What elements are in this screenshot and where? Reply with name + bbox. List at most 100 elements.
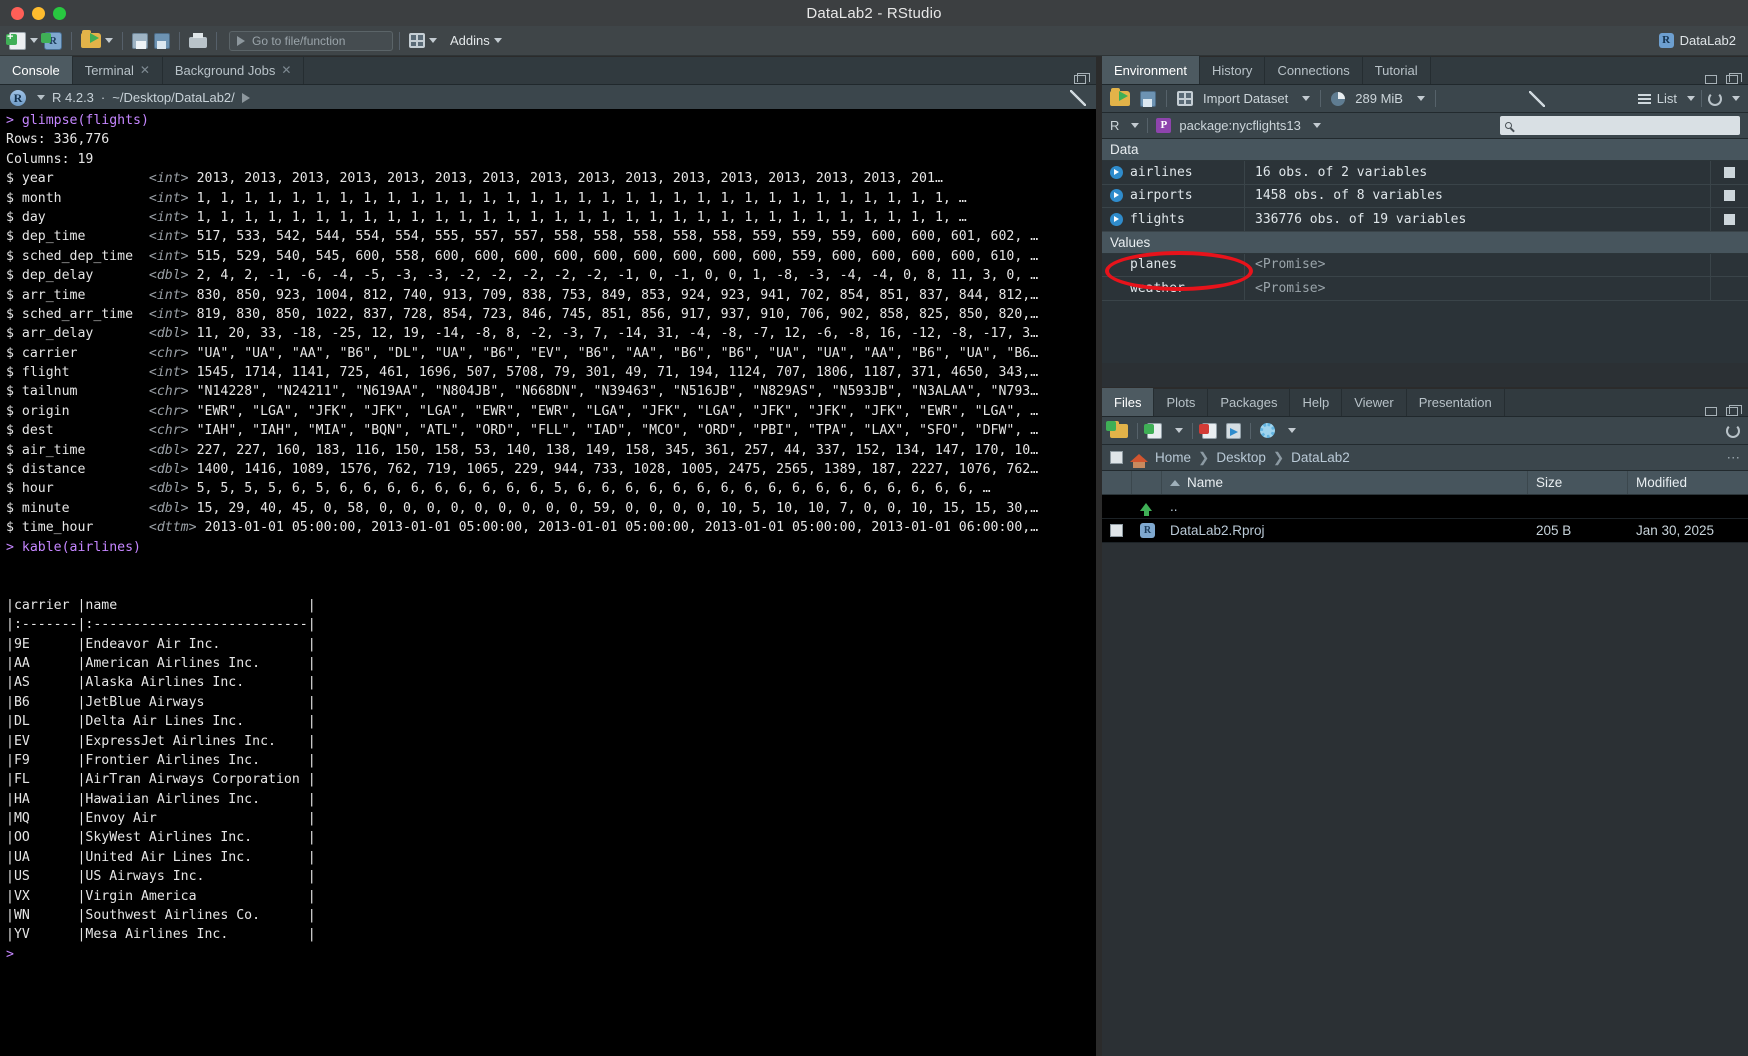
- expand-icon[interactable]: [1110, 165, 1123, 179]
- minimize-pane-icon[interactable]: [1705, 407, 1717, 416]
- file-name-label[interactable]: DataLab2.Rproj: [1170, 523, 1265, 538]
- maximize-pane-icon[interactable]: [1074, 73, 1090, 84]
- view-mode-label[interactable]: List: [1657, 91, 1677, 106]
- environment-row-name-cell[interactable]: weather: [1102, 281, 1244, 296]
- tab-console[interactable]: Console: [0, 56, 73, 84]
- chevron-down-icon[interactable]: [1175, 428, 1183, 433]
- new-project-button[interactable]: R: [41, 29, 65, 53]
- environment-row-view-cell[interactable]: [1710, 208, 1748, 231]
- chevron-down-icon[interactable]: [429, 38, 437, 43]
- list-item[interactable]: ..: [1102, 495, 1748, 519]
- new-folder-icon[interactable]: [1106, 420, 1128, 438]
- chevron-down-icon[interactable]: [1416, 96, 1425, 101]
- scope-label[interactable]: R: [1110, 118, 1119, 133]
- clear-console-icon[interactable]: [1070, 89, 1086, 106]
- chevron-down-icon[interactable]: [37, 95, 45, 100]
- maximize-pane-icon[interactable]: [1726, 405, 1742, 416]
- save-workspace-icon[interactable]: [1140, 90, 1156, 107]
- environment-row[interactable]: flights 336776 obs. of 19 variables: [1102, 208, 1748, 232]
- close-icon[interactable]: ✕: [140, 63, 150, 77]
- chevron-down-icon[interactable]: [1131, 123, 1140, 128]
- environment-pane-controls[interactable]: [1705, 73, 1748, 84]
- view-dataframe-icon[interactable]: [1724, 166, 1735, 178]
- tab-connections[interactable]: Connections: [1265, 56, 1363, 84]
- expand-icon[interactable]: [1110, 189, 1123, 203]
- environment-row[interactable]: planes <Promise>: [1102, 253, 1748, 277]
- view-dataframe-icon[interactable]: [1724, 190, 1735, 202]
- memory-usage-label[interactable]: 289 MiB: [1355, 91, 1403, 106]
- chevron-down-icon[interactable]: [1288, 428, 1296, 433]
- row-name-cell[interactable]: ..: [1162, 495, 1528, 518]
- open-file-button[interactable]: [78, 29, 116, 53]
- load-workspace-icon[interactable]: [1110, 88, 1130, 106]
- environment-search-input[interactable]: [1500, 116, 1740, 135]
- console-output[interactable]: > glimpse(flights) Rows: 336,776 Columns: …: [0, 109, 1096, 1056]
- tab-packages[interactable]: Packages: [1208, 388, 1291, 416]
- close-icon[interactable]: ✕: [281, 63, 291, 77]
- tab-viewer[interactable]: Viewer: [1342, 388, 1407, 416]
- environment-row[interactable]: weather <Promise>: [1102, 277, 1748, 301]
- workspace-panes-button[interactable]: [406, 29, 440, 53]
- environment-row-name-cell[interactable]: airports: [1102, 188, 1244, 203]
- print-button[interactable]: [186, 29, 210, 53]
- open-directory-icon[interactable]: [241, 92, 250, 103]
- refresh-icon[interactable]: [1707, 91, 1722, 106]
- select-all-checkbox[interactable]: [1110, 451, 1123, 464]
- breadcrumb-home[interactable]: Home: [1155, 450, 1191, 465]
- tab-files[interactable]: Files: [1102, 388, 1155, 416]
- new-blank-file-icon[interactable]: [1144, 422, 1162, 439]
- tab-terminal[interactable]: Terminal ✕: [73, 56, 163, 84]
- environment-row-name-cell[interactable]: airlines: [1102, 165, 1244, 180]
- import-dataset-label[interactable]: Import Dataset: [1203, 91, 1288, 106]
- environment-row[interactable]: airports 1458 obs. of 8 variables: [1102, 184, 1748, 208]
- tab-presentation[interactable]: Presentation: [1407, 388, 1505, 416]
- package-filter-label[interactable]: package:nycflights13: [1179, 118, 1300, 133]
- tab-history[interactable]: History: [1200, 56, 1266, 84]
- delete-file-icon[interactable]: [1199, 422, 1217, 439]
- addins-button[interactable]: Addins: [440, 29, 505, 53]
- chevron-down-icon[interactable]: [1312, 123, 1321, 128]
- environment-row-name-cell[interactable]: flights: [1102, 212, 1244, 227]
- maximize-pane-icon[interactable]: [1726, 73, 1742, 84]
- files-pane-controls[interactable]: [1705, 405, 1748, 416]
- chevron-down-icon[interactable]: [1686, 96, 1695, 101]
- clear-environment-icon[interactable]: [1528, 90, 1545, 107]
- console-pane-controls[interactable]: [1074, 73, 1096, 84]
- tab-environment[interactable]: Environment: [1102, 56, 1200, 84]
- environment-row-view-cell[interactable]: [1710, 161, 1748, 184]
- expand-icon[interactable]: [1110, 212, 1123, 226]
- tab-plots[interactable]: Plots: [1154, 388, 1209, 416]
- row-check-cell[interactable]: [1102, 519, 1132, 542]
- breadcrumb-datalab2[interactable]: DataLab2: [1291, 450, 1350, 465]
- list-item[interactable]: R DataLab2.Rproj 205 B Jan 30, 2025: [1102, 519, 1748, 543]
- goto-file-function-input[interactable]: Go to file/function: [229, 30, 393, 51]
- refresh-icon[interactable]: [1726, 423, 1740, 438]
- files-header-name[interactable]: Name: [1162, 471, 1528, 494]
- rename-move-icon[interactable]: [1226, 422, 1241, 439]
- row-name-cell[interactable]: DataLab2.Rproj: [1162, 519, 1528, 542]
- new-file-button[interactable]: [6, 29, 41, 53]
- file-checkbox[interactable]: [1110, 524, 1123, 537]
- files-header-modified[interactable]: Modified: [1628, 471, 1748, 494]
- view-dataframe-icon[interactable]: [1724, 213, 1735, 225]
- chevron-down-icon[interactable]: [493, 38, 502, 43]
- save-button[interactable]: [129, 29, 151, 53]
- chevron-down-icon[interactable]: [105, 38, 113, 43]
- minimize-pane-icon[interactable]: [1705, 75, 1717, 84]
- tab-help[interactable]: Help: [1290, 388, 1343, 416]
- files-header-size[interactable]: Size: [1528, 471, 1628, 494]
- more-options-icon[interactable]: ⋯: [1727, 450, 1741, 466]
- environment-row[interactable]: airlines 16 obs. of 2 variables: [1102, 161, 1748, 185]
- chevron-down-icon[interactable]: [1731, 96, 1740, 101]
- chevron-down-icon[interactable]: [1302, 96, 1311, 101]
- project-selector[interactable]: R DataLab2: [1658, 33, 1736, 48]
- environment-row-view-cell[interactable]: [1710, 184, 1748, 207]
- chevron-down-icon[interactable]: [30, 38, 38, 43]
- save-all-button[interactable]: [151, 29, 173, 53]
- environment-row-name-cell[interactable]: planes: [1102, 257, 1244, 272]
- tab-background-jobs[interactable]: Background Jobs ✕: [163, 56, 305, 84]
- breadcrumb-desktop[interactable]: Desktop: [1216, 450, 1266, 465]
- home-icon[interactable]: [1130, 453, 1148, 468]
- gear-icon[interactable]: [1260, 423, 1275, 438]
- tab-tutorial[interactable]: Tutorial: [1363, 56, 1431, 84]
